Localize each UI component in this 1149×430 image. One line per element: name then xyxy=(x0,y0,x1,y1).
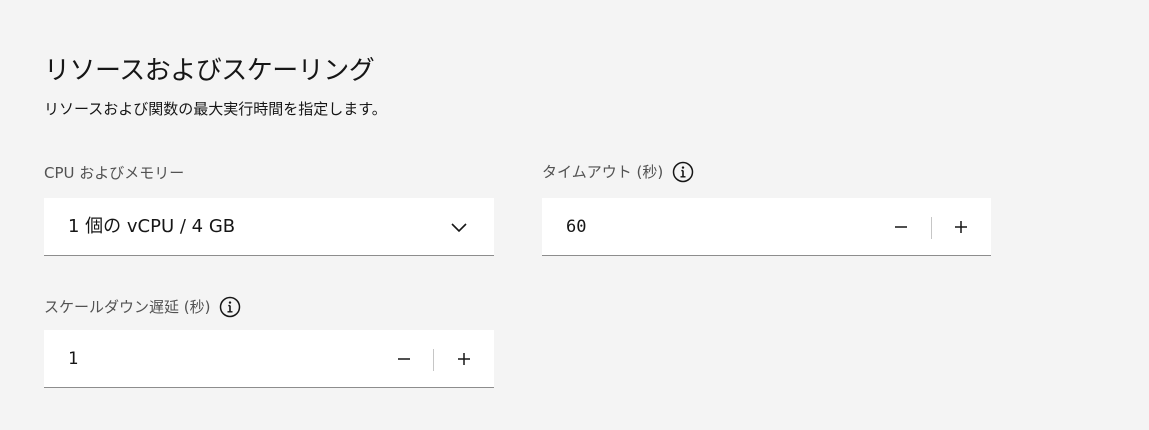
cpu-memory-label-text: CPU およびメモリー xyxy=(44,164,185,182)
information-icon[interactable] xyxy=(218,295,242,319)
chevron-down-icon xyxy=(450,219,468,237)
timeout-decrement-button[interactable] xyxy=(872,198,930,256)
scale-down-delay-increment-button[interactable] xyxy=(435,330,493,388)
minus-icon xyxy=(398,358,410,360)
timeout-label-text: タイムアウト (秒) xyxy=(542,163,664,181)
timeout-number-input[interactable] xyxy=(542,198,991,256)
timeout-value[interactable] xyxy=(566,198,866,256)
section-title: リソースおよびスケーリング xyxy=(44,56,375,86)
section-description: リソースおよび関数の最大実行時間を指定します。 xyxy=(44,100,387,118)
scale-down-delay-value[interactable] xyxy=(68,330,368,388)
timeout-label: タイムアウト (秒) xyxy=(542,160,695,184)
scale-down-delay-label: スケールダウン遅延 (秒) xyxy=(44,295,242,319)
scale-down-delay-decrement-button[interactable] xyxy=(375,330,433,388)
scale-down-delay-number-input[interactable] xyxy=(44,330,494,388)
timeout-increment-button[interactable] xyxy=(932,198,990,256)
cpu-memory-label: CPU およびメモリー xyxy=(44,162,184,184)
cpu-memory-dropdown[interactable]: 1 個の vCPU / 4 GB xyxy=(44,198,494,256)
resources-scaling-section: リソースおよびスケーリング リソースおよび関数の最大実行時間を指定します。 CP… xyxy=(0,0,1149,430)
information-icon[interactable] xyxy=(671,160,695,184)
plus-icon xyxy=(955,221,967,233)
minus-icon xyxy=(895,226,907,228)
cpu-memory-selected-value: 1 個の vCPU / 4 GB xyxy=(68,216,236,237)
plus-icon xyxy=(458,353,470,365)
stepper-divider xyxy=(433,349,434,371)
scale-down-delay-label-text: スケールダウン遅延 (秒) xyxy=(44,298,211,316)
